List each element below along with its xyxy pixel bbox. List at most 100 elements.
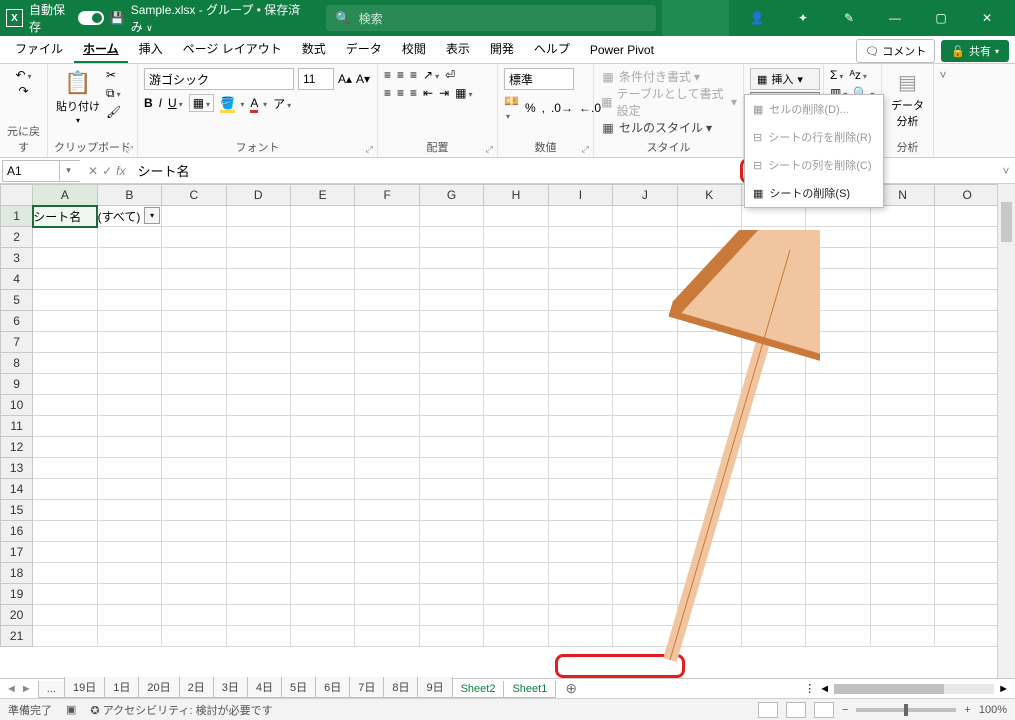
sheet-tab[interactable]: 8日: [383, 677, 418, 698]
tab-data[interactable]: データ: [337, 36, 391, 63]
autosave-toggle[interactable]: 自動保存: [29, 1, 104, 35]
sheet-tab[interactable]: 4日: [247, 677, 282, 698]
row-header[interactable]: 20: [1, 605, 33, 626]
sheet-tab-sheet2[interactable]: Sheet2: [452, 681, 505, 698]
align-left-icon[interactable]: ≡: [384, 86, 391, 100]
share-button[interactable]: 🔓 共有 ▾: [941, 40, 1009, 62]
launcher-icon[interactable]: ⤢: [582, 144, 589, 155]
merge-icon[interactable]: ▦: [455, 86, 472, 100]
tab-formulas[interactable]: 数式: [293, 36, 335, 63]
name-box-dropdown-icon[interactable]: ▾: [59, 161, 77, 181]
fx-icon[interactable]: fx: [116, 164, 125, 178]
percent-icon[interactable]: %: [525, 101, 536, 115]
col-header[interactable]: F: [355, 185, 419, 206]
insert-cells-button[interactable]: ▦挿入 ▾: [750, 68, 820, 90]
macro-record-icon[interactable]: ▣: [66, 703, 76, 716]
underline-button[interactable]: U: [168, 96, 183, 110]
tab-view[interactable]: 表示: [437, 36, 479, 63]
launcher-icon[interactable]: ⤢: [366, 144, 373, 155]
view-page-layout-icon[interactable]: [786, 702, 806, 718]
cell-styles-button[interactable]: ▦セルのスタイル ▾: [600, 119, 737, 136]
row-header[interactable]: 18: [1, 563, 33, 584]
diamond-icon[interactable]: ✦: [781, 0, 825, 36]
fill-color-button[interactable]: 🪣: [220, 96, 244, 110]
number-format-select[interactable]: [504, 68, 574, 90]
inc-decimal-icon[interactable]: .0→: [551, 101, 573, 115]
align-top-icon[interactable]: ≡: [384, 68, 391, 82]
row-header[interactable]: 7: [1, 332, 33, 353]
tab-insert[interactable]: 挿入: [130, 36, 172, 63]
autosum-icon[interactable]: Σ: [830, 68, 843, 82]
view-page-break-icon[interactable]: [814, 702, 834, 718]
row-header[interactable]: 14: [1, 479, 33, 500]
increase-font-icon[interactable]: A▴: [338, 72, 352, 86]
row-header[interactable]: 16: [1, 521, 33, 542]
comma-icon[interactable]: ,: [542, 101, 545, 115]
col-header[interactable]: G: [419, 185, 483, 206]
search-input[interactable]: 🔍 検索: [326, 5, 656, 31]
minimize-button[interactable]: —: [873, 0, 917, 36]
sheet-tab[interactable]: 7日: [349, 677, 384, 698]
sheet-tab-sheet1[interactable]: Sheet1: [503, 681, 556, 698]
view-normal-icon[interactable]: [758, 702, 778, 718]
col-header[interactable]: I: [548, 185, 612, 206]
align-right-icon[interactable]: ≡: [410, 86, 417, 100]
row-header[interactable]: 17: [1, 542, 33, 563]
col-header[interactable]: J: [613, 185, 677, 206]
ribbon-collapse-icon[interactable]: ˅: [934, 64, 952, 157]
format-as-table-button[interactable]: ▦テーブルとして書式設定 ▾: [600, 85, 737, 119]
row-header[interactable]: 6: [1, 311, 33, 332]
wrap-text-icon[interactable]: ⏎: [445, 68, 455, 82]
account-icon[interactable]: 👤: [735, 0, 779, 36]
delete-sheet-item[interactable]: ▦シートの削除(S): [745, 179, 883, 207]
name-box[interactable]: ▾: [2, 160, 80, 182]
maximize-button[interactable]: ▢: [919, 0, 963, 36]
row-header[interactable]: 8: [1, 353, 33, 374]
enter-formula-icon[interactable]: ✓: [102, 164, 112, 178]
zoom-in-icon[interactable]: +: [964, 704, 970, 716]
row-header[interactable]: 13: [1, 458, 33, 479]
toggle-on-icon[interactable]: [78, 11, 104, 25]
paste-button[interactable]: 📋 貼り付け ▾: [54, 68, 102, 127]
sheet-tab[interactable]: 2日: [179, 677, 214, 698]
sheet-nav-prev-icon[interactable]: ◄: [6, 683, 17, 695]
font-size-select[interactable]: [298, 68, 334, 90]
sort-icon[interactable]: ᴬz: [849, 68, 866, 82]
row-header[interactable]: 15: [1, 500, 33, 521]
row-header[interactable]: 10: [1, 395, 33, 416]
col-header[interactable]: K: [677, 185, 741, 206]
zoom-level[interactable]: 100%: [979, 704, 1007, 716]
row-header[interactable]: 11: [1, 416, 33, 437]
tab-help[interactable]: ヘルプ: [525, 36, 579, 63]
analyze-data-button[interactable]: ▤ データ 分析: [888, 68, 927, 131]
row-header[interactable]: 5: [1, 290, 33, 311]
cell-b1[interactable]: (すべて)▾: [97, 206, 161, 227]
cancel-formula-icon[interactable]: ✕: [88, 164, 98, 178]
phonetic-icon[interactable]: ア: [273, 95, 291, 112]
cell-a1[interactable]: シート名: [33, 206, 97, 227]
row-header[interactable]: 1: [1, 206, 33, 227]
col-header[interactable]: C: [162, 185, 226, 206]
format-painter-icon[interactable]: 🖌: [106, 105, 121, 119]
indent-dec-icon[interactable]: ⇤: [423, 86, 433, 100]
tab-powerpivot[interactable]: Power Pivot: [581, 39, 663, 63]
copy-icon[interactable]: ⧉: [106, 86, 121, 101]
redo-icon[interactable]: ↷: [18, 84, 28, 98]
tab-developer[interactable]: 開発: [481, 36, 523, 63]
sheet-tab[interactable]: 5日: [281, 677, 316, 698]
col-header[interactable]: D: [226, 185, 290, 206]
launcher-icon[interactable]: ⤢: [486, 144, 493, 155]
filter-dropdown-icon[interactable]: ▾: [144, 207, 160, 224]
zoom-slider[interactable]: [856, 708, 956, 712]
brush-icon[interactable]: ✎: [827, 0, 871, 36]
col-header[interactable]: O: [935, 185, 997, 206]
select-all-corner[interactable]: [1, 185, 33, 206]
accessibility-status[interactable]: ✪ アクセシビリティ: 検討が必要です: [90, 702, 272, 718]
row-header[interactable]: 12: [1, 437, 33, 458]
tab-review[interactable]: 校閲: [393, 36, 435, 63]
font-color-button[interactable]: A: [250, 96, 267, 110]
comments-button[interactable]: 🗨 コメント: [856, 39, 935, 63]
name-box-input[interactable]: [3, 161, 59, 181]
sheet-tab[interactable]: ...: [38, 681, 65, 698]
align-bottom-icon[interactable]: ≡: [410, 68, 417, 82]
